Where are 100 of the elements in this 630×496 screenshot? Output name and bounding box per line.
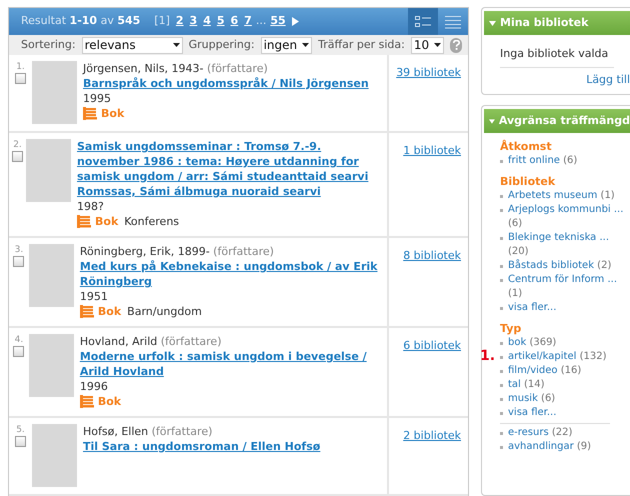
bullet-icon xyxy=(500,237,503,240)
bullet-icon xyxy=(500,356,503,359)
checkbox[interactable] xyxy=(12,151,23,162)
book-stack-icon xyxy=(77,215,91,228)
results-summary: Resultat 1-10 av 545 xyxy=(21,13,140,30)
dropdown-caret-icon xyxy=(434,43,442,48)
dropdown[interactable]: ingen xyxy=(260,36,312,54)
panel-header[interactable]: Mina bibliotek xyxy=(484,11,630,35)
facet-link[interactable]: musik (6) xyxy=(508,392,556,406)
page-link[interactable]: 7 xyxy=(244,13,252,30)
control-label: Träffar per sida: xyxy=(318,36,405,53)
genre-text: Konferens xyxy=(124,214,180,229)
page-link[interactable]: 5 xyxy=(216,13,225,30)
author-text: Hovland, Arild (författare) xyxy=(80,334,222,349)
title-link[interactable]: Til Sara : ungdomsroman / Ellen Hofsø xyxy=(83,439,320,454)
title-link[interactable]: Med kurs på Kebnekaise : ungdomsbok / av Erik Röningberg xyxy=(80,259,385,289)
control-label: Gruppering: xyxy=(188,36,255,53)
facet-link[interactable]: artikel/kapitel (132) xyxy=(508,350,606,364)
facet-link[interactable]: Blekinge tekniska ... (20) xyxy=(508,231,628,259)
bullet-icon xyxy=(500,398,503,401)
facet-link[interactable]: film/video (16) xyxy=(508,364,582,378)
result-number: 3. xyxy=(14,245,24,255)
type-label: Bok xyxy=(95,214,118,229)
type-label: Bok xyxy=(101,106,124,121)
title-link[interactable]: Samisk ungdomsseminar : Tromsø 7.-9. november 1986 : tema: Høyere utdanning for samisk ungdom / arr: Sámi studeanttaid searvi Romssas, Sámi álbmuga nuoraid searvi xyxy=(77,139,385,199)
cover-placeholder xyxy=(26,139,71,202)
facet-link[interactable]: Arbetets museum (1) xyxy=(508,189,615,203)
result-number: 1. xyxy=(16,62,25,72)
title-link[interactable]: Barnspråk och ungdomsspråk / Nils Jörgensen xyxy=(83,76,369,91)
libraries-link[interactable]: 1 bibliotek xyxy=(403,143,461,160)
facet-link[interactable]: Arjeplogs kommunbi ... (6) xyxy=(508,203,628,231)
libraries-link[interactable]: 8 bibliotek xyxy=(403,248,461,264)
page-link[interactable]: 3 xyxy=(190,13,198,30)
annotation-marker: 1. xyxy=(480,349,496,363)
dropdown[interactable]: relevans xyxy=(82,36,183,54)
bullet-icon xyxy=(500,446,503,449)
cover-placeholder xyxy=(28,244,74,307)
cover-placeholder xyxy=(28,334,74,397)
page-link[interactable]: 55 xyxy=(270,13,286,30)
facet-link[interactable]: e-resurs (22) xyxy=(508,426,572,440)
bullet-icon xyxy=(500,265,503,268)
facet-link[interactable]: fritt online (6) xyxy=(508,154,578,168)
type-label: Bok xyxy=(98,304,122,319)
dropdown-caret-icon xyxy=(172,43,180,48)
genre-text: Barn/ungdom xyxy=(127,304,202,319)
panel-header[interactable]: Avgränsa träffmängd xyxy=(484,109,630,133)
author-text: Jörgensen, Nils, 1943- (författare) xyxy=(83,61,269,76)
libraries-link[interactable]: 39 bibliotek xyxy=(396,65,461,82)
help-icon[interactable] xyxy=(450,38,462,53)
facet-link[interactable]: visa fler... xyxy=(508,406,556,420)
book-stack-icon xyxy=(80,305,94,318)
add-link[interactable]: Lägg till xyxy=(586,72,630,88)
page-ellipsis: ... xyxy=(256,13,266,30)
libraries-link[interactable]: 6 bibliotek xyxy=(403,338,461,354)
libraries-link[interactable]: 2 bibliotek xyxy=(403,428,461,444)
year-text: 1995 xyxy=(83,91,112,106)
detail-list-icon xyxy=(415,14,431,29)
author-text: Röningberg, Erik, 1899- (författare) xyxy=(80,244,275,259)
result-number: 4. xyxy=(14,335,24,345)
facet-heading: Typ xyxy=(500,321,522,336)
next-page-icon[interactable] xyxy=(292,17,299,26)
facet-link[interactable]: tal (14) xyxy=(508,378,545,392)
control-label: Sortering: xyxy=(21,36,76,53)
bullet-icon xyxy=(500,307,503,310)
facet-link[interactable]: avhandlingar (9) xyxy=(508,440,592,454)
author-text: Hofsø, Ellen (författare) xyxy=(83,424,214,439)
list-icon xyxy=(445,14,461,29)
collapse-caret-icon xyxy=(489,118,495,124)
result-number: 5. xyxy=(16,425,25,435)
page-link[interactable]: 4 xyxy=(203,13,211,30)
checkbox[interactable] xyxy=(15,436,26,447)
facet-heading: Åtkomst xyxy=(500,139,553,154)
checkbox[interactable] xyxy=(13,256,24,267)
checkbox[interactable] xyxy=(15,73,26,84)
page-link[interactable]: 2 xyxy=(176,13,184,30)
cover-placeholder xyxy=(32,61,77,124)
bullet-icon xyxy=(500,279,503,282)
detail-view-button[interactable] xyxy=(408,8,438,36)
result-number: 2. xyxy=(13,140,22,150)
collapse-caret-icon xyxy=(489,20,496,26)
facet-link[interactable]: Centrum för Inform ... (1) xyxy=(508,273,628,301)
checkbox[interactable] xyxy=(13,346,24,357)
bullet-icon xyxy=(500,432,503,435)
facet-link[interactable]: bok (369) xyxy=(508,336,556,350)
facet-link[interactable]: visa fler... xyxy=(508,301,556,315)
bullet-icon xyxy=(500,384,503,387)
facet-link[interactable]: Båstads bibliotek (2) xyxy=(508,259,612,273)
bullet-icon xyxy=(500,209,503,212)
cover-placeholder xyxy=(32,424,77,487)
bullet-icon xyxy=(500,370,503,373)
year-text: 198? xyxy=(77,199,105,214)
facet-heading: Bibliotek xyxy=(500,174,556,189)
year-text: 1951 xyxy=(80,289,109,304)
page-link[interactable]: 6 xyxy=(230,13,238,30)
bullet-icon xyxy=(500,160,503,163)
dropdown[interactable]: 10 xyxy=(410,36,444,54)
title-link[interactable]: Moderne urfolk : samisk ungdom i bevegelse / Arild Hovland xyxy=(80,349,385,379)
empty-message: Inga bibliotek valda xyxy=(500,47,608,60)
bullet-icon xyxy=(500,342,503,345)
type-label: Bok xyxy=(98,394,122,409)
